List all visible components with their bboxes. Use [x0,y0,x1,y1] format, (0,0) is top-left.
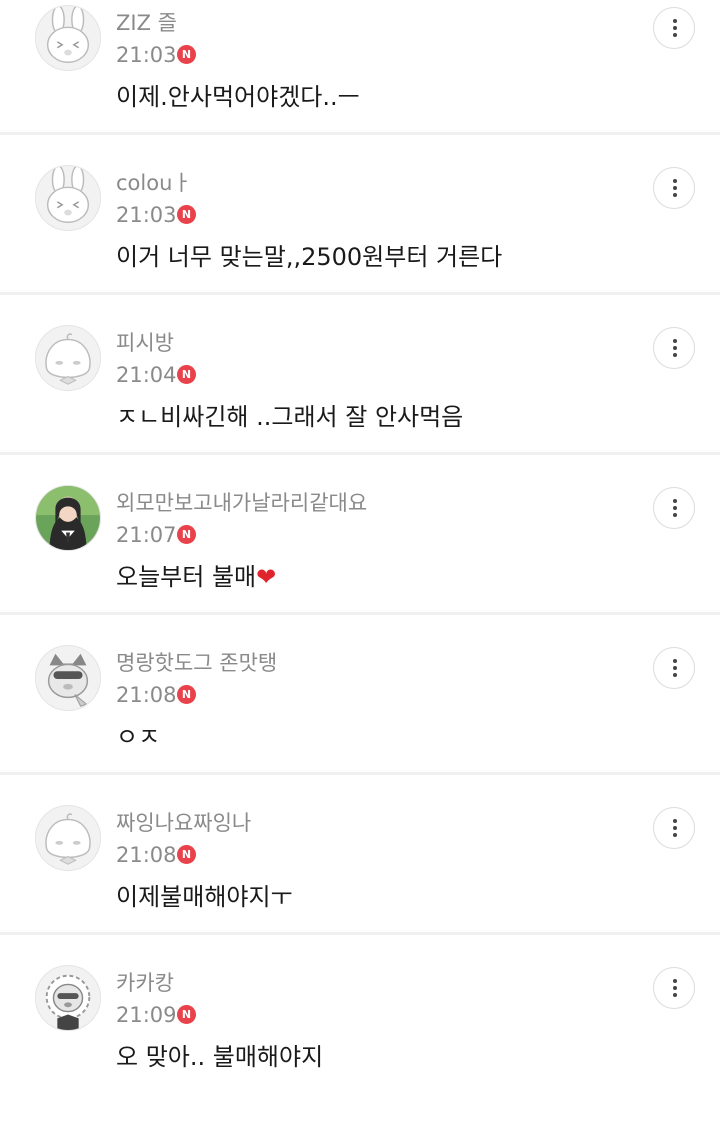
comment-text: 이거 너무 맞는말,,2500원부터 거른다 [116,243,503,271]
comment-time: 21:04 [116,363,177,387]
comment-nickname[interactable]: 카카캉 [116,970,174,996]
rabbit-avatar[interactable] [35,5,101,71]
more-vertical-icon[interactable] [653,807,695,849]
comment-time: 21:03 [116,43,177,67]
divider [0,292,720,295]
comment-text: 오늘부터 불매❤ [116,562,276,592]
divider [0,772,720,775]
comment-text-body: 오늘부터 불매 [116,563,257,591]
divider [0,132,720,135]
new-badge: N [177,525,196,544]
heart-icon: ❤ [256,563,277,591]
comment-text: ㅈㄴ비싸긴해 ..그래서 잘 안사먹음 [116,403,464,431]
comment-time: 21:07 [116,523,177,547]
cat-avatar[interactable] [35,645,101,711]
comment-item: 명랑핫도그 존맛탱 21:08 N ㅇㅈ [0,645,720,805]
comment-nickname[interactable]: 외모만보고내가날라리같대요 [116,490,367,516]
comment-nickname[interactable]: colouㅏ [116,170,192,196]
comment-item: 짜잉나요짜잉나 21:08 N 이제불매해야지ㅜ [0,805,720,965]
new-badge: N [177,365,196,384]
lion-avatar[interactable] [35,965,101,1031]
new-badge: N [177,685,196,704]
more-vertical-icon[interactable] [653,647,695,689]
more-vertical-icon[interactable] [653,167,695,209]
divider [0,452,720,455]
comment-text: ㅇㅈ [116,723,161,751]
new-badge: N [177,45,196,64]
comment-nickname[interactable]: 피시방 [116,330,174,356]
comment-time: 21:09 [116,1003,177,1027]
comment-nickname[interactable]: 명랑핫도그 존맛탱 [116,650,277,676]
comment-time: 21:08 [116,683,177,707]
peach-avatar[interactable] [35,805,101,871]
peach-avatar[interactable] [35,325,101,391]
comment-item: 외모만보고내가날라리같대요 21:07 N 오늘부터 불매❤ [0,485,720,645]
photo-avatar[interactable] [35,485,101,551]
more-vertical-icon[interactable] [653,967,695,1009]
comment-item: ZIZ 즐 21:03 N 이제.안사먹어야겠다..ㅡ [0,5,720,165]
comment-item: 피시방 21:04 N ㅈㄴ비싸긴해 ..그래서 잘 안사먹음 [0,325,720,485]
new-badge: N [177,1005,196,1024]
divider [0,612,720,615]
rabbit-avatar[interactable] [35,165,101,231]
comment-item: colouㅏ 21:03 N 이거 너무 맞는말,,2500원부터 거른다 [0,165,720,325]
new-badge: N [177,845,196,864]
comment-nickname[interactable]: 짜잉나요짜잉나 [116,810,251,836]
comment-text: 이제불매해야지ㅜ [116,883,293,911]
comment-item: 카카캉 21:09 N 오 맞아.. 불매해야지 [0,965,720,1125]
comment-time: 21:03 [116,203,177,227]
more-vertical-icon[interactable] [653,487,695,529]
more-vertical-icon[interactable] [653,7,695,49]
more-vertical-icon[interactable] [653,327,695,369]
comment-text: 오 맞아.. 불매해야지 [116,1043,324,1071]
new-badge: N [177,205,196,224]
comment-time: 21:08 [116,843,177,867]
comment-text: 이제.안사먹어야겠다..ㅡ [116,83,360,111]
divider [0,932,720,935]
comment-nickname[interactable]: ZIZ 즐 [116,10,177,36]
